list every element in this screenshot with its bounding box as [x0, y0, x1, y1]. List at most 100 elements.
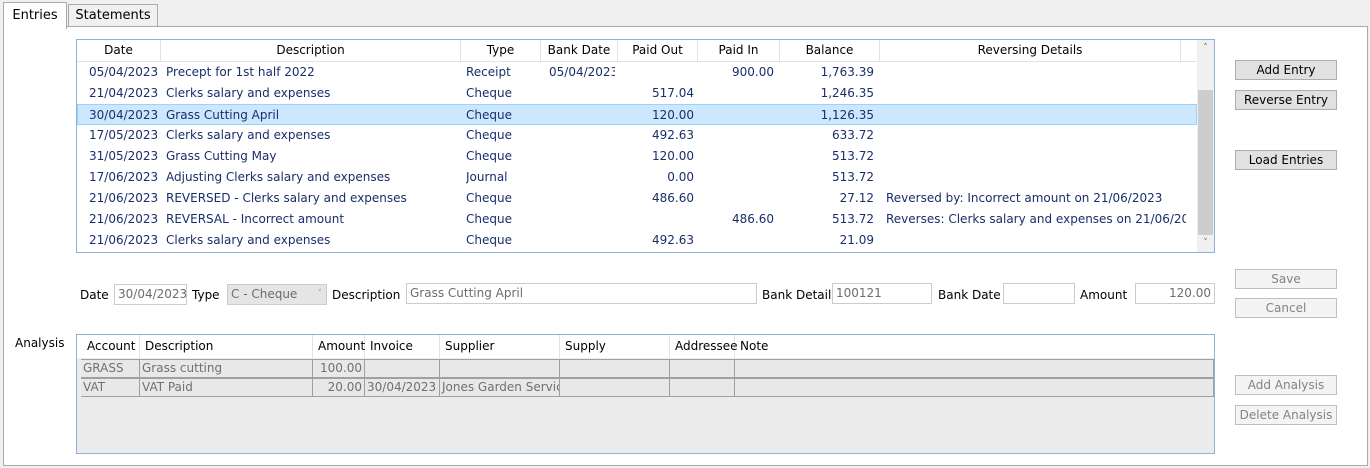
analysis-cell-invoice-date[interactable]: 30/04/2023: [365, 379, 440, 396]
cell-reversing: [886, 83, 1186, 104]
analysis-cell-note[interactable]: [735, 379, 1214, 396]
bank-details-field[interactable]: 100121: [832, 283, 932, 304]
analysis-cell-amount[interactable]: 100.00: [313, 360, 365, 377]
cell-description: Clerks salary and expenses: [166, 86, 331, 100]
cell-paid-in: [698, 105, 774, 126]
table-row[interactable]: 21/04/2023 Clerks salary and expenses Cheq…: [77, 83, 1197, 104]
cell-paid-in: [698, 167, 774, 188]
cell-paid-out: 0.00: [667, 170, 694, 184]
cell-description: Clerks salary and expenses: [166, 233, 331, 247]
analysis-cell-invoice-date[interactable]: [365, 360, 440, 377]
reverse-entry-button[interactable]: Reverse Entry: [1235, 90, 1337, 110]
analysis-cell-amount[interactable]: 20.00: [313, 379, 365, 396]
cell-bank-date: [549, 146, 615, 167]
cell-reversing: [886, 125, 1186, 146]
delete-analysis-button[interactable]: Delete Analysis: [1235, 405, 1337, 425]
cell-description: REVERSAL - Incorrect amount: [166, 212, 345, 226]
load-entries-button[interactable]: Load Entries: [1235, 150, 1337, 170]
acol-supply-description[interactable]: Supply Description: [560, 335, 670, 376]
acol-description[interactable]: Description: [140, 335, 313, 358]
col-paid-out[interactable]: Paid Out: [618, 40, 698, 61]
analysis-cell-addressee[interactable]: [670, 360, 735, 377]
cell-bank-date: [549, 188, 615, 209]
date-field[interactable]: 30/04/2023: [114, 284, 187, 305]
analysis-cell-account[interactable]: VAT: [81, 379, 140, 396]
analysis-row[interactable]: GRASS Grass cutting 100.00: [81, 359, 1214, 378]
acol-supplier[interactable]: Supplier: [440, 335, 560, 358]
col-bank-date[interactable]: Bank Date: [541, 40, 618, 61]
cell-paid-in: 486.60: [732, 212, 774, 226]
col-date[interactable]: Date: [77, 40, 161, 61]
entries-scrollbar[interactable]: ˄ ˅: [1197, 40, 1214, 252]
cell-description: Precept for 1st half 2022: [166, 65, 315, 79]
cell-balance: 21.09: [839, 233, 874, 247]
scroll-up-icon[interactable]: ˄: [1197, 40, 1214, 57]
add-entry-button[interactable]: Add Entry: [1235, 60, 1337, 80]
acol-addressee[interactable]: Addressee: [670, 335, 738, 358]
cell-paid-out: 486.60: [652, 191, 694, 205]
tab-entries[interactable]: Entries: [3, 2, 67, 29]
amount-label: Amount: [1080, 288, 1128, 302]
analysis-cell-supplier[interactable]: Jones Garden Services: [440, 379, 560, 396]
amount-field[interactable]: 120.00: [1135, 283, 1215, 304]
analysis-cell-supply-description[interactable]: [560, 360, 670, 377]
cell-paid-out: [618, 209, 694, 230]
analysis-cell-description[interactable]: Grass cutting: [140, 360, 313, 377]
analysis-row[interactable]: VAT VAT Paid 20.00 30/04/2023 Jones Garden S…: [81, 378, 1214, 397]
type-select[interactable]: C - Cheque ˅: [227, 284, 327, 305]
cell-reversing: Reversed by: Incorrect amount on 21/06/2…: [886, 191, 1163, 205]
cell-bank-date: [549, 167, 615, 188]
table-row[interactable]: 31/05/2023 Grass Cutting May Cheque 120.00 5…: [77, 146, 1197, 167]
table-row[interactable]: 21/06/2023 Clerks salary and expenses Cheq…: [77, 230, 1197, 251]
cell-date: 21/06/2023: [89, 191, 159, 205]
analysis-cell-addressee[interactable]: [670, 379, 735, 396]
cell-paid-out: 120.00: [652, 108, 694, 122]
cell-reversing: [886, 105, 1186, 126]
description-field[interactable]: Grass Cutting April: [406, 283, 757, 304]
bank-date-field[interactable]: [1003, 283, 1075, 304]
entries-grid[interactable]: Date Description Type Bank Date Paid Out…: [76, 39, 1215, 253]
save-button[interactable]: Save: [1235, 269, 1337, 289]
acol-account[interactable]: Account: [82, 335, 140, 358]
analysis-cell-account[interactable]: GRASS: [81, 360, 140, 377]
col-balance[interactable]: Balance: [780, 40, 880, 61]
table-row[interactable]: 21/06/2023 REVERSAL - Incorrect amount Che…: [77, 209, 1197, 230]
table-row[interactable]: 17/06/2023 Adjusting Clerks salary and ex…: [77, 167, 1197, 188]
cell-description: Grass Cutting May: [166, 149, 277, 163]
cell-reversing: [886, 62, 1186, 83]
cell-description: REVERSED - Clerks salary and expenses: [166, 191, 407, 205]
cell-bank-date: [549, 230, 615, 251]
cell-balance: 27.12: [839, 191, 874, 205]
tab-entries-label: Entries: [12, 8, 58, 23]
analysis-cell-supplier[interactable]: [440, 360, 560, 377]
col-reversing-details[interactable]: Reversing Details: [880, 40, 1181, 61]
cell-type: Cheque: [466, 149, 512, 163]
cell-date: 21/06/2023: [89, 233, 159, 247]
acol-invoice-date[interactable]: Invoice Date: [365, 335, 440, 376]
tab-statements-label: Statements: [75, 8, 151, 23]
table-row[interactable]: 17/05/2023 Clerks salary and expenses Cheq…: [77, 125, 1197, 146]
col-description[interactable]: Description: [161, 40, 461, 61]
cell-reversing: [886, 230, 1186, 251]
scrollbar-thumb[interactable]: [1198, 90, 1213, 235]
cancel-button[interactable]: Cancel: [1235, 298, 1337, 318]
col-paid-in[interactable]: Paid In: [698, 40, 780, 61]
table-row[interactable]: 21/06/2023 REVERSED - Clerks salary and e…: [77, 188, 1197, 209]
col-type[interactable]: Type: [461, 40, 541, 61]
analysis-label: Analysis: [15, 336, 65, 350]
tab-statements[interactable]: Statements: [68, 4, 158, 27]
table-row[interactable]: 30/04/2023 Grass Cutting April Cheque 120.0…: [77, 104, 1197, 125]
analysis-cell-note[interactable]: [735, 360, 1214, 377]
cell-balance: 633.72: [832, 128, 874, 142]
add-analysis-button[interactable]: Add Analysis: [1235, 375, 1337, 395]
cell-type: Cheque: [466, 212, 512, 226]
type-label: Type: [192, 288, 220, 302]
acol-amount[interactable]: Amount: [313, 335, 365, 358]
analysis-cell-description[interactable]: VAT Paid: [140, 379, 313, 396]
acol-note[interactable]: Note: [735, 335, 1214, 358]
analysis-grid-header: Account Description Amount Invoice Date …: [77, 335, 1214, 376]
table-row[interactable]: 05/04/2023 Precept for 1st half 2022 Recei…: [77, 62, 1197, 83]
scroll-down-icon[interactable]: ˅: [1197, 235, 1214, 252]
analysis-cell-supply-description[interactable]: [560, 379, 670, 396]
analysis-grid[interactable]: Account Description Amount Invoice Date …: [76, 334, 1215, 454]
